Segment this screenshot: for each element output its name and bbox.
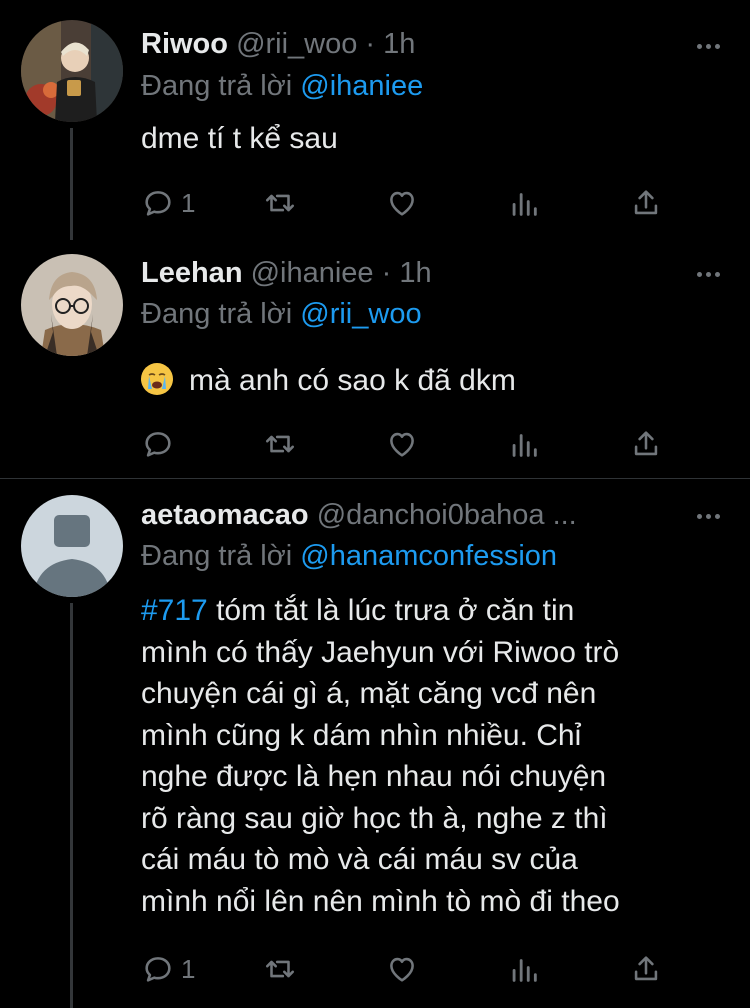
action-bar: 1	[141, 949, 721, 989]
mention-link[interactable]: @hanamconfession	[300, 540, 557, 572]
analytics-icon	[512, 434, 537, 457]
display-name[interactable]: aetaomacao	[141, 499, 309, 531]
reply-button[interactable]: 1	[141, 183, 195, 223]
handle-and-time[interactable]: @ihaniee · 1h	[251, 257, 432, 289]
reply-icon	[145, 432, 171, 457]
more-icon[interactable]	[694, 32, 722, 60]
tweet-text-line: rõ ràng sau giờ học th à, nghe z thì	[141, 801, 608, 835]
tweet-header: aetaomacao @danchoi0bahoa ...	[141, 499, 577, 532]
reply-count: 1	[181, 953, 196, 984]
like-icon	[390, 957, 414, 982]
mention-link[interactable]: @rii_woo	[300, 298, 421, 330]
replying-prefix: Đang trả lời	[141, 70, 293, 102]
retweet-icon	[265, 435, 295, 453]
tweet-text-line: chuyện cái gì á, mặt căng vcđ nên	[141, 677, 597, 710]
handle[interactable]: @danchoi0bahoa ...	[317, 499, 577, 531]
like-icon	[390, 191, 414, 216]
tweet-text-line: mình có thấy Jaehyun với Riwoo trò	[141, 635, 620, 669]
retweet-button[interactable]	[263, 949, 297, 989]
loudly-crying-face-icon	[141, 363, 173, 395]
tweet-riwoo[interactable]: Riwoo @rii_woo · 1h Đang trả lời @ihanie…	[0, 0, 750, 240]
replying-to: Đang trả lời @rii_woo	[141, 298, 422, 331]
handle-and-time[interactable]: @rii_woo · 1h	[236, 28, 415, 60]
reply-count: 1	[181, 187, 196, 218]
like-button[interactable]	[385, 949, 419, 989]
thread-connector	[70, 128, 73, 240]
avatar[interactable]	[21, 254, 123, 356]
reply-icon	[145, 957, 171, 982]
hashtag-link[interactable]: #717	[141, 594, 208, 627]
replying-prefix: Đang trả lời	[141, 298, 293, 330]
analytics-button[interactable]	[507, 949, 541, 989]
tweet-text: #717 tóm tắt là lúc trưa ở căn tin mình …	[141, 590, 620, 922]
replying-to: Đang trả lời @hanamconfession	[141, 540, 557, 573]
text-segment: tóm tắt là lúc trưa ở căn tin	[207, 594, 575, 627]
replying-prefix: Đang trả lời	[141, 540, 293, 572]
share-button[interactable]	[629, 183, 663, 223]
tweet-header: Riwoo @rii_woo · 1h	[141, 28, 415, 61]
tweet-text-line: mình nổi lên nên mình tò mò đi theo	[141, 884, 620, 918]
reply-button[interactable]	[141, 424, 181, 464]
replying-to: Đang trả lời @ihaniee	[141, 70, 423, 103]
reply-button[interactable]: 1	[141, 949, 195, 989]
display-name[interactable]: Riwoo	[141, 28, 228, 60]
like-button[interactable]	[385, 424, 419, 464]
share-button[interactable]	[629, 949, 663, 989]
retweet-button[interactable]	[263, 424, 297, 464]
reply-icon	[145, 191, 171, 216]
tweet-leehan[interactable]: Leehan @ihaniee · 1h Đang trả lời @rii_w…	[0, 240, 750, 478]
retweet-icon	[265, 194, 295, 212]
avatar[interactable]	[21, 20, 123, 122]
avatar[interactable]	[21, 495, 123, 597]
tweet-text-row: mà anh có sao k đã dkm	[141, 360, 516, 402]
tweet-text-line: cái máu tò mò và cái máu sv của	[141, 843, 578, 876]
tweet-aetaomacao[interactable]: aetaomacao @danchoi0bahoa ... Đang trả l…	[0, 479, 750, 1008]
tweet-text-line: #717 tóm tắt là lúc trưa ở căn tin	[141, 590, 620, 632]
tweet-header: Leehan @ihaniee · 1h	[141, 257, 432, 290]
share-icon	[634, 431, 658, 456]
tweet-text-line: mình cũng k dám nhìn nhiều. Chỉ	[141, 718, 582, 752]
analytics-button[interactable]	[507, 424, 541, 464]
action-bar	[141, 424, 721, 464]
share-icon	[634, 956, 658, 981]
thread-connector	[70, 603, 73, 1008]
more-icon[interactable]	[694, 260, 722, 288]
share-icon	[634, 190, 658, 215]
analytics-button[interactable]	[507, 183, 541, 223]
display-name[interactable]: Leehan	[141, 257, 243, 289]
more-icon[interactable]	[694, 502, 722, 530]
tweet-text: mà anh có sao k đã dkm	[189, 364, 516, 397]
like-button[interactable]	[385, 183, 419, 223]
like-icon	[390, 432, 414, 457]
analytics-icon	[512, 193, 537, 216]
action-bar: 1	[141, 183, 721, 223]
tweet-text-line: nghe được là hẹn nhau nói chuyện	[141, 760, 607, 793]
retweet-icon	[265, 960, 295, 978]
retweet-button[interactable]	[263, 183, 297, 223]
share-button[interactable]	[629, 424, 663, 464]
analytics-icon	[512, 959, 537, 982]
mention-link[interactable]: @ihaniee	[300, 70, 423, 102]
tweet-text: dme tí t kể sau	[141, 122, 338, 155]
